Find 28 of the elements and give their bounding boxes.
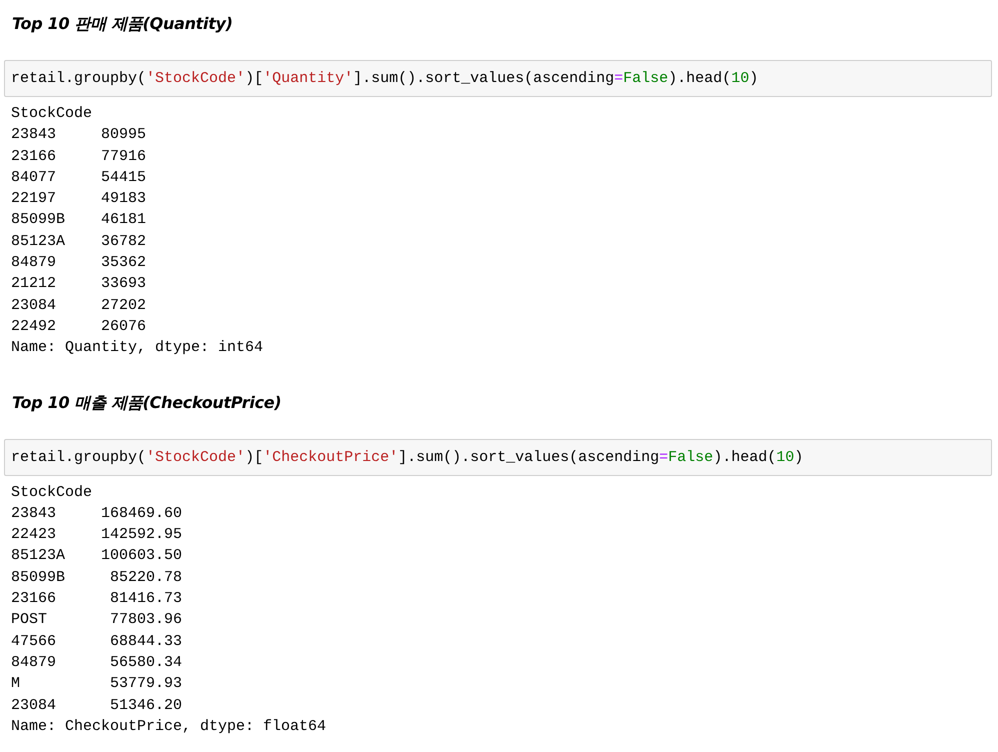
output-line: 85099B 46181	[11, 210, 148, 230]
output-line: 23843 80995	[11, 125, 148, 146]
output-line: Name: Quantity, dtype: int64	[11, 338, 264, 358]
output-line: 23166 77916	[11, 146, 148, 167]
output-line: 85099B 85220.78	[11, 568, 184, 588]
output-line: 23084 51346.20	[11, 696, 184, 716]
output-line: 23084 27202	[11, 296, 148, 316]
output-line: StockCode	[11, 482, 94, 503]
output-line: POST 77803.96	[11, 610, 184, 630]
output-line: StockCode	[11, 104, 94, 124]
section-heading: Top 10 판매 제품(Quantity)	[12, 13, 234, 35]
output-line: 23843 168469.60	[11, 504, 184, 524]
output-line: M 53779.93	[11, 674, 184, 694]
output-line: 84077 54415	[11, 168, 148, 188]
output-line: 47566 68844.33	[11, 632, 184, 652]
output-line: Name: CheckoutPrice, dtype: float64	[11, 716, 328, 737]
output-line: 23166 81416.73	[11, 589, 184, 610]
output-line: 85123A 36782	[11, 232, 148, 252]
output-line: 84879 35362	[11, 253, 148, 274]
output-line: 22492 26076	[11, 316, 148, 337]
output-line: 21212 33693	[11, 274, 148, 294]
code-cell[interactable]: retail.groupby('StockCode')['CheckoutPrice'].sum().sort_values(ascending=False).head(10)	[4, 438, 992, 476]
section-heading: Top 10 매출 제품(CheckoutPrice)	[12, 392, 282, 414]
output-line: 84879 56580.34	[11, 652, 184, 673]
code-cell[interactable]: retail.groupby('StockCode')['Quantity'].sum().sort_values(ascending=False).head(10)	[4, 60, 992, 97]
output-line: 85123A 100603.50	[11, 546, 184, 566]
output-line: 22197 49183	[11, 189, 148, 210]
output-line: 22423 142592.95	[11, 525, 184, 546]
